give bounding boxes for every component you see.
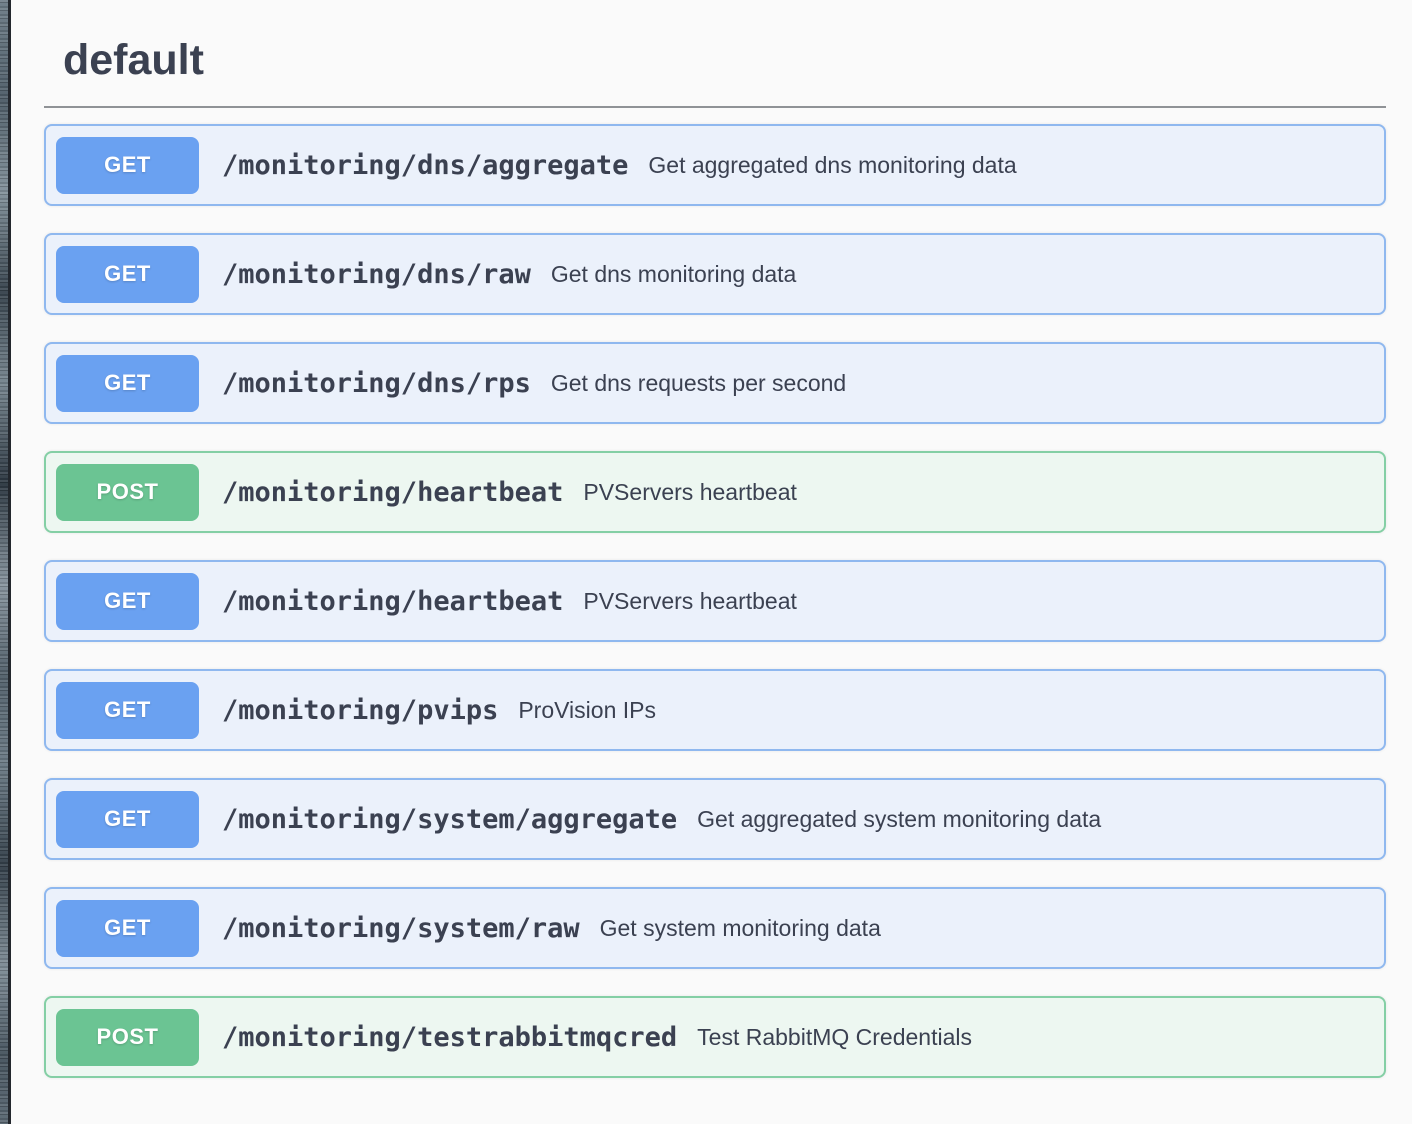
endpoint-path: /monitoring/heartbeat (222, 586, 563, 617)
endpoint-path: /monitoring/dns/rps (222, 368, 531, 399)
endpoint-row[interactable]: GET /monitoring/dns/raw Get dns monitori… (44, 233, 1386, 315)
endpoint-row[interactable]: POST /monitoring/testrabbitmqcred Test R… (44, 996, 1386, 1078)
endpoint-path: /monitoring/dns/aggregate (222, 150, 628, 181)
endpoint-summary: ProVision IPs (518, 697, 656, 724)
http-method-badge: GET (56, 573, 199, 630)
http-method-badge: GET (56, 246, 199, 303)
endpoint-row[interactable]: GET /monitoring/dns/rps Get dns requests… (44, 342, 1386, 424)
endpoint-row[interactable]: POST /monitoring/heartbeat PVServers hea… (44, 451, 1386, 533)
http-method-badge: GET (56, 137, 199, 194)
endpoint-row[interactable]: GET /monitoring/system/raw Get system mo… (44, 887, 1386, 969)
endpoint-path: /monitoring/testrabbitmqcred (222, 1022, 677, 1053)
endpoint-row[interactable]: GET /monitoring/heartbeat PVServers hear… (44, 560, 1386, 642)
endpoint-path: /monitoring/system/raw (222, 913, 580, 944)
http-method-badge: POST (56, 1009, 199, 1066)
endpoint-summary: PVServers heartbeat (583, 588, 797, 615)
http-method-badge: GET (56, 355, 199, 412)
endpoint-row[interactable]: GET /monitoring/system/aggregate Get agg… (44, 778, 1386, 860)
http-method-badge: GET (56, 682, 199, 739)
endpoint-summary: PVServers heartbeat (583, 479, 797, 506)
endpoint-summary: Get dns requests per second (551, 370, 846, 397)
swagger-content-panel: default GET /monitoring/dns/aggregate Ge… (11, 0, 1412, 1124)
api-section-title: default (63, 36, 1412, 85)
endpoint-summary: Get aggregated system monitoring data (697, 806, 1101, 833)
endpoint-path: /monitoring/heartbeat (222, 477, 563, 508)
desktop-wallpaper-strip (0, 0, 8, 1124)
endpoint-row[interactable]: GET /monitoring/dns/aggregate Get aggreg… (44, 124, 1386, 206)
endpoint-path: /monitoring/system/aggregate (222, 804, 677, 835)
endpoint-summary: Get aggregated dns monitoring data (648, 152, 1016, 179)
endpoint-path: /monitoring/dns/raw (222, 259, 531, 290)
http-method-badge: GET (56, 791, 199, 848)
http-method-badge: GET (56, 900, 199, 957)
section-divider (44, 106, 1386, 108)
endpoint-row[interactable]: GET /monitoring/pvips ProVision IPs (44, 669, 1386, 751)
endpoint-summary: Test RabbitMQ Credentials (697, 1024, 972, 1051)
http-method-badge: POST (56, 464, 199, 521)
endpoint-summary: Get system monitoring data (600, 915, 881, 942)
endpoint-list: GET /monitoring/dns/aggregate Get aggreg… (44, 124, 1386, 1078)
endpoint-summary: Get dns monitoring data (551, 261, 796, 288)
endpoint-path: /monitoring/pvips (222, 695, 498, 726)
